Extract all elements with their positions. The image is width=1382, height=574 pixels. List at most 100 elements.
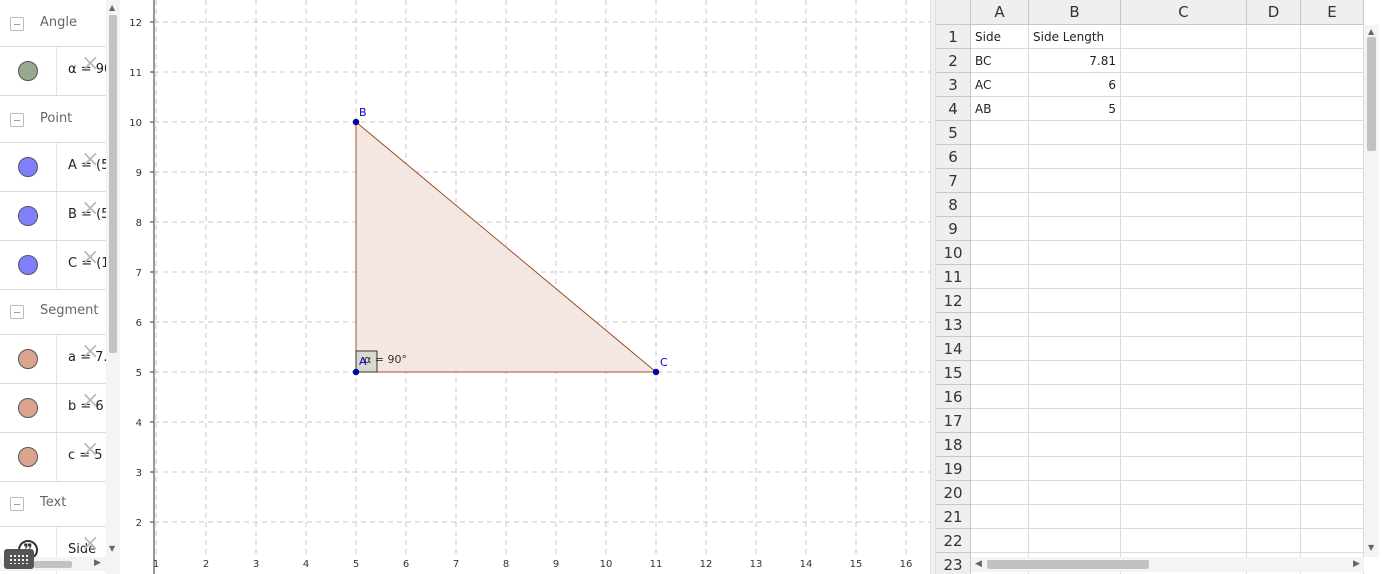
spreadsheet-cell[interactable] <box>1247 505 1301 529</box>
algebra-vertical-scrollbar[interactable]: ▲ ▼ <box>106 0 120 574</box>
minus-icon[interactable] <box>10 497 24 511</box>
spreadsheet-cell[interactable] <box>1029 241 1121 265</box>
group-header-point[interactable]: Point <box>0 96 106 143</box>
row-header[interactable]: 11 <box>936 265 971 289</box>
spreadsheet-cell[interactable] <box>1029 313 1121 337</box>
spreadsheet-cell[interactable] <box>971 289 1029 313</box>
row-header[interactable]: 3 <box>936 73 971 97</box>
spreadsheet-cell[interactable] <box>971 505 1029 529</box>
spreadsheet-cell[interactable] <box>1247 97 1301 121</box>
row-header[interactable]: 7 <box>936 169 971 193</box>
row-header[interactable]: 12 <box>936 289 971 313</box>
spreadsheet-cell[interactable] <box>1029 145 1121 169</box>
scroll-down-icon[interactable]: ▼ <box>1368 543 1374 552</box>
visibility-marble-icon[interactable] <box>18 447 38 467</box>
scroll-up-icon[interactable]: ▲ <box>1368 27 1374 36</box>
row-header[interactable]: 9 <box>936 217 971 241</box>
spreadsheet-cell[interactable] <box>1029 481 1121 505</box>
scroll-right-icon[interactable]: ▶ <box>1353 559 1360 569</box>
group-header-segment[interactable]: Segment <box>0 288 106 335</box>
row-header[interactable]: 16 <box>936 385 971 409</box>
spreadsheet-cell[interactable] <box>1247 169 1301 193</box>
column-header-d[interactable]: D <box>1247 0 1301 25</box>
spreadsheet-cell[interactable] <box>1301 145 1364 169</box>
spreadsheet-cell[interactable] <box>971 337 1029 361</box>
spreadsheet-cell[interactable] <box>1301 217 1364 241</box>
algebra-item-segment-c[interactable]: c = 5 × <box>0 433 106 482</box>
algebra-item-point-c[interactable]: C = (11, 5) × <box>0 241 106 290</box>
graphics-view[interactable]: 2 3 4 5 6 7 8 9 10 11 12 1 2 3 4 5 6 7 8 9 10 11 12 13 14 15 16 α =… <box>120 0 930 574</box>
spreadsheet-cell[interactable] <box>1121 97 1247 121</box>
spreadsheet-cell[interactable] <box>971 313 1029 337</box>
spreadsheet-cell[interactable] <box>1121 409 1247 433</box>
spreadsheet-cell[interactable] <box>1301 241 1364 265</box>
spreadsheet-cell[interactable] <box>971 409 1029 433</box>
spreadsheet-cell[interactable] <box>1301 409 1364 433</box>
spreadsheet-cell[interactable] <box>1301 529 1364 553</box>
scroll-thumb[interactable] <box>987 560 1149 569</box>
spreadsheet-cell[interactable] <box>971 121 1029 145</box>
spreadsheet-cell[interactable] <box>1301 313 1364 337</box>
spreadsheet-cell[interactable] <box>1121 25 1247 49</box>
delete-icon[interactable]: × <box>81 53 99 75</box>
spreadsheet-cell[interactable] <box>1029 457 1121 481</box>
spreadsheet-cell[interactable] <box>1121 337 1247 361</box>
spreadsheet-cell[interactable] <box>1029 385 1121 409</box>
spreadsheet-cell[interactable] <box>1121 265 1247 289</box>
spreadsheet-cell[interactable] <box>1029 529 1121 553</box>
spreadsheet-cell[interactable] <box>1121 193 1247 217</box>
spreadsheet-cell[interactable] <box>1247 73 1301 97</box>
spreadsheet-cell[interactable]: Side <box>971 25 1029 49</box>
spreadsheet-cell[interactable] <box>1247 457 1301 481</box>
spreadsheet-cell[interactable] <box>1121 361 1247 385</box>
scroll-thumb[interactable] <box>34 561 72 568</box>
spreadsheet-cell[interactable] <box>1301 433 1364 457</box>
row-header[interactable]: 1 <box>936 25 971 49</box>
delete-icon[interactable]: × <box>81 149 99 171</box>
row-header[interactable]: 21 <box>936 505 971 529</box>
row-header[interactable]: 20 <box>936 481 971 505</box>
spreadsheet-cell[interactable] <box>1247 25 1301 49</box>
column-header-b[interactable]: B <box>1029 0 1121 25</box>
graphics-canvas[interactable]: 234567891011121 2 3 4 5 6 7 8 9 10 11 12 13 14 15 16α =… <box>120 0 930 574</box>
spreadsheet-cell[interactable] <box>1301 25 1364 49</box>
spreadsheet-cell[interactable] <box>971 193 1029 217</box>
spreadsheet-cell[interactable] <box>1029 193 1121 217</box>
algebra-item-alpha[interactable]: α = 90° × <box>0 47 106 96</box>
spreadsheet-cell[interactable] <box>1247 361 1301 385</box>
row-header[interactable]: 17 <box>936 409 971 433</box>
visibility-marble-icon[interactable] <box>18 206 38 226</box>
spreadsheet-cell[interactable]: 6 <box>1029 73 1121 97</box>
spreadsheet-cell[interactable] <box>1247 529 1301 553</box>
triangle-polygon[interactable] <box>355 120 658 373</box>
spreadsheet-cell[interactable] <box>1301 289 1364 313</box>
spreadsheet-cell[interactable] <box>971 433 1029 457</box>
spreadsheet-cell[interactable] <box>1121 49 1247 73</box>
spreadsheet-cell[interactable] <box>1247 409 1301 433</box>
spreadsheet-cell[interactable] <box>1029 265 1121 289</box>
spreadsheet-cell[interactable] <box>1029 121 1121 145</box>
spreadsheet-cell[interactable]: AC <box>971 73 1029 97</box>
spreadsheet-cell[interactable] <box>1301 361 1364 385</box>
spreadsheet-cell[interactable] <box>1247 337 1301 361</box>
spreadsheet-cell[interactable] <box>1247 313 1301 337</box>
spreadsheet-cell[interactable] <box>1301 505 1364 529</box>
spreadsheet-cell[interactable] <box>1247 193 1301 217</box>
algebra-item-point-a[interactable]: A = (5, 5) × <box>0 143 106 192</box>
column-header-c[interactable]: C <box>1121 0 1247 25</box>
delete-icon[interactable]: × <box>81 390 99 412</box>
spreadsheet-cell[interactable] <box>1301 49 1364 73</box>
delete-icon[interactable]: × <box>81 198 99 220</box>
point-a[interactable] <box>352 368 360 376</box>
visibility-marble-icon[interactable] <box>18 61 38 81</box>
spreadsheet-cell[interactable]: Side Length <box>1029 25 1121 49</box>
algebra-item-point-b[interactable]: B = (5, 10) × <box>0 192 106 241</box>
row-header[interactable]: 19 <box>936 457 971 481</box>
spreadsheet-cell[interactable] <box>1301 121 1364 145</box>
spreadsheet-cell[interactable] <box>971 241 1029 265</box>
spreadsheet-cell[interactable] <box>1247 289 1301 313</box>
visibility-marble-icon[interactable] <box>18 255 38 275</box>
spreadsheet-cell[interactable] <box>1301 97 1364 121</box>
spreadsheet-cell[interactable] <box>1247 433 1301 457</box>
spreadsheet-cell[interactable] <box>1029 505 1121 529</box>
